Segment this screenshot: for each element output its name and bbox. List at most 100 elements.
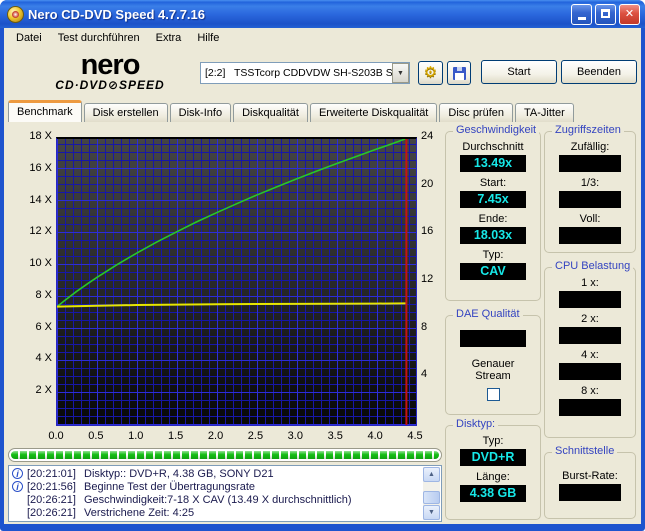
window-title: Nero CD-DVD Speed 4.7.7.16	[28, 7, 205, 22]
scroll-up-button[interactable]: ▲	[423, 467, 440, 482]
tab-erweiterte-diskqualit-t[interactable]: Erweiterte Diskqualität	[310, 103, 437, 122]
scroll-up-icon: ▲	[428, 471, 435, 478]
y-axis-tick-left: 8 X	[22, 289, 52, 301]
start-button[interactable]: Start	[481, 60, 557, 84]
log-icon-cell: i	[12, 481, 27, 494]
tab-disk-info[interactable]: Disk-Info	[170, 103, 231, 122]
tab-ta-jitter[interactable]: TA-Jitter	[515, 103, 574, 122]
geschwindigkeit-field-start: Start:7.45x	[460, 177, 526, 208]
field-value: 18.03x	[460, 227, 526, 244]
geschwindigkeit-field-typ: Typ: CAV	[460, 249, 526, 280]
log-icon-cell: i	[12, 468, 27, 481]
panel-title: Schnittstelle	[552, 445, 617, 457]
tab-diskqualit-t[interactable]: Diskqualität	[233, 103, 308, 122]
client-area: DateiTest durchführenExtraHilfe nero CD·…	[4, 28, 641, 524]
disktyp-field-typ: Typ:DVD+R	[460, 435, 526, 466]
field-label: Typ:	[483, 249, 504, 261]
panel-geschwindigkeit: Geschwindigkeit Durchschnitt13.49xStart:…	[445, 131, 541, 301]
geschwindigkeit-field-durchschnitt: Durchschnitt 13.49x	[460, 141, 526, 172]
title-bar[interactable]: Nero CD-DVD Speed 4.7.7.16 ✕	[0, 0, 645, 28]
menu-item-test-durchf-hren[interactable]: Test durchführen	[50, 30, 148, 46]
drive-selector-value: [2:2] TSSTcorp CDDVDW SH-S203B SB04	[201, 63, 392, 83]
panel-dae-qualitaet: DAE Qualität Genauer Stream	[445, 315, 541, 415]
tab-disc-pr-fen[interactable]: Disc prüfen	[439, 103, 513, 122]
tab-disk-erstellen[interactable]: Disk erstellen	[84, 103, 168, 122]
field-label: 4 x:	[581, 349, 599, 361]
drive-selector-dropdown-button[interactable]: ▼	[392, 63, 409, 83]
cpu-field-2-x: 2 x:	[559, 313, 621, 344]
quit-button[interactable]: Beenden	[561, 60, 637, 84]
genauer-stream-checkbox[interactable]	[487, 388, 500, 401]
x-axis-tick: 4.0	[362, 430, 388, 442]
panel-title: CPU Belastung	[552, 260, 633, 272]
save-button[interactable]	[447, 61, 471, 85]
nero-logo: nero CD·DVD⊘SPEED	[30, 52, 190, 92]
field-value	[559, 291, 621, 308]
field-value: 13.49x	[460, 155, 526, 172]
scroll-down-button[interactable]: ▼	[423, 505, 440, 520]
log-entry: [20:26:21]Verstrichene Zeit: 4:25	[12, 507, 421, 520]
zugriffszeiten-field-1-3: 1/3:	[559, 177, 621, 208]
drive-selector[interactable]: [2:2] TSSTcorp CDDVDW SH-S203B SB04 ▼	[200, 62, 410, 84]
y-axis-tick-right: 24	[421, 130, 443, 142]
benchmark-chart	[56, 137, 417, 426]
panel-title: Geschwindigkeit	[453, 124, 539, 136]
y-axis-tick-right: 12	[421, 273, 443, 285]
field-label: Durchschnitt	[462, 141, 523, 153]
x-axis-tick: 1.0	[123, 430, 149, 442]
nero-logo-text: nero	[30, 52, 190, 78]
menu-item-extra[interactable]: Extra	[148, 30, 190, 46]
progress-bar-fill	[11, 451, 439, 459]
field-label: 1/3:	[581, 177, 599, 189]
panel-schnittstelle: Schnittstelle Burst-Rate:	[544, 452, 636, 519]
x-axis-tick: 4.5	[402, 430, 428, 442]
options-button[interactable]: ⚙	[418, 61, 443, 85]
y-axis-tick-left: 10 X	[22, 257, 52, 269]
genauer-stream-label: Genauer	[472, 358, 515, 370]
y-axis-tick-left: 12 X	[22, 225, 52, 237]
maximize-button[interactable]	[595, 4, 616, 25]
y-axis-tick-left: 14 X	[22, 194, 52, 206]
x-axis-tick: 2.5	[242, 430, 268, 442]
log-message: Disktyp:: DVD+R, 4.38 GB, SONY D21	[84, 468, 274, 481]
field-value	[559, 191, 621, 208]
field-label: Burst-Rate:	[562, 470, 618, 482]
x-axis-tick: 2.0	[203, 430, 229, 442]
field-value: 4.38 GB	[460, 485, 526, 502]
minimize-button[interactable]	[571, 4, 592, 25]
field-value: DVD+R	[460, 449, 526, 466]
tab-bar: BenchmarkDisk erstellenDisk-InfoDiskqual…	[8, 100, 628, 122]
chart-curves	[57, 139, 416, 425]
field-label: Länge:	[476, 471, 510, 483]
scroll-thumb[interactable]	[423, 491, 440, 504]
log-entry: [20:26:21]Geschwindigkeit:7-18 X CAV (13…	[12, 494, 421, 507]
curve-transfer-rate	[57, 139, 406, 307]
close-button[interactable]: ✕	[619, 4, 640, 25]
panel-disktyp: Disktyp: Typ:DVD+RLänge:4.38 GB	[445, 425, 541, 520]
tab-benchmark[interactable]: Benchmark	[8, 100, 82, 122]
menu-item-hilfe[interactable]: Hilfe	[189, 30, 227, 46]
y-axis-tick-left: 18 X	[22, 130, 52, 142]
log-scrollbar[interactable]: ▲ ▼	[423, 467, 440, 520]
panel-title: DAE Qualität	[453, 308, 523, 320]
curve-rotation-speed	[57, 303, 406, 306]
field-value	[559, 399, 621, 416]
log-entry: i[20:21:56]Beginne Test der Übertragungs…	[12, 481, 421, 494]
log-panel[interactable]: i[20:21:01]Disktyp:: DVD+R, 4.38 GB, SON…	[8, 465, 442, 522]
x-axis-tick: 0.0	[43, 430, 69, 442]
log-timestamp: [20:26:21]	[27, 494, 84, 507]
field-label: 2 x:	[581, 313, 599, 325]
chevron-down-icon: ▼	[397, 70, 404, 77]
field-label: 1 x:	[581, 277, 599, 289]
minimize-icon	[578, 17, 586, 20]
menu-item-datei[interactable]: Datei	[8, 30, 50, 46]
field-value	[559, 227, 621, 244]
panel-cpu-belastung: CPU Belastung 1 x:2 x:4 x:8 x:	[544, 267, 636, 438]
field-value: 7.45x	[460, 191, 526, 208]
field-value: CAV	[460, 263, 526, 280]
panel-title: Disktyp:	[453, 418, 498, 430]
y-axis-tick-left: 16 X	[22, 162, 52, 174]
app-icon	[7, 6, 24, 23]
maximize-icon	[601, 9, 610, 18]
app-window: Nero CD-DVD Speed 4.7.7.16 ✕ DateiTest d…	[0, 0, 645, 531]
